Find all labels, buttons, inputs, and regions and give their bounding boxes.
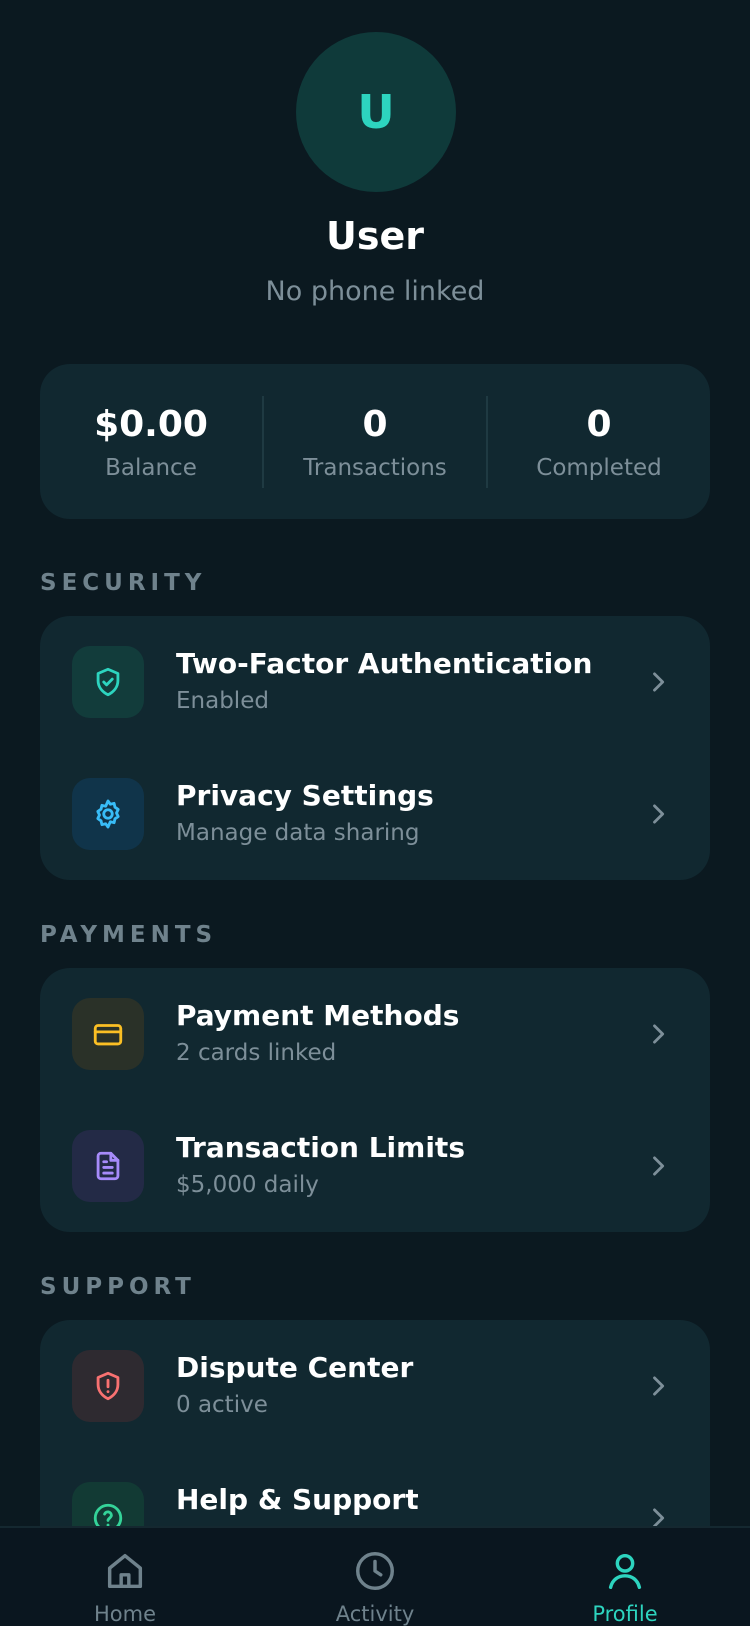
stat-value: 0 xyxy=(362,403,388,445)
profile-name: User xyxy=(326,214,424,258)
item-title: Two-Factor Authentication xyxy=(176,647,593,680)
section-title-security: SECURITY xyxy=(40,570,207,596)
chevron-right-icon xyxy=(653,1376,665,1396)
security-card: Two-Factor Authentication Enabled Privac… xyxy=(40,616,710,880)
item-title: Payment Methods xyxy=(176,999,460,1032)
transaction-limits-item[interactable]: Transaction Limits $5,000 daily xyxy=(40,1100,710,1232)
payments-card: Payment Methods 2 cards linked Transacti… xyxy=(40,968,710,1232)
section-title-payments: PAYMENTS xyxy=(40,922,218,948)
nav-label: Activity xyxy=(335,1602,415,1626)
item-subtitle: Enabled xyxy=(176,688,269,714)
support-card: Dispute Center 0 active Help & Support xyxy=(40,1320,710,1526)
stat-value: $0.00 xyxy=(94,403,208,445)
two-factor-auth-item[interactable]: Two-Factor Authentication Enabled xyxy=(40,616,710,748)
help-circle-icon xyxy=(72,1482,144,1526)
gear-icon xyxy=(72,778,144,850)
document-icon xyxy=(72,1130,144,1202)
bottom-nav: Home Activity Profile xyxy=(0,1526,750,1626)
user-icon xyxy=(608,1553,642,1590)
nav-activity[interactable]: Activity xyxy=(250,1528,500,1626)
nav-home[interactable]: Home xyxy=(0,1528,250,1626)
item-title: Help & Support xyxy=(176,1483,419,1516)
stat-label: Completed xyxy=(536,454,662,481)
chevron-right-icon xyxy=(653,804,665,824)
chevron-right-icon xyxy=(653,1156,665,1176)
avatar[interactable]: U xyxy=(296,32,456,192)
item-subtitle: Manage data sharing xyxy=(176,820,420,846)
stat-label: Transactions xyxy=(303,454,447,481)
item-title: Privacy Settings xyxy=(176,779,434,812)
profile-phone: No phone linked xyxy=(265,276,485,307)
item-title: Dispute Center xyxy=(176,1351,414,1384)
clock-icon xyxy=(356,1552,394,1590)
item-subtitle: 2 cards linked xyxy=(176,1040,337,1066)
stat-value: 0 xyxy=(586,403,612,445)
payment-methods-item[interactable]: Payment Methods 2 cards linked xyxy=(40,968,710,1100)
dispute-center-item[interactable]: Dispute Center 0 active xyxy=(40,1320,710,1452)
chevron-right-icon xyxy=(653,1508,665,1526)
avatar-initial: U xyxy=(357,85,395,139)
stats-card: $0.00 Balance 0 Transactions 0 Completed xyxy=(40,364,710,519)
home-icon xyxy=(107,1553,143,1589)
section-title-support: SUPPORT xyxy=(40,1274,196,1300)
stat-balance: $0.00 Balance xyxy=(40,396,262,488)
profile-scroll-area[interactable]: U User No phone linked $0.00 Balance 0 T… xyxy=(0,0,750,1526)
shield-check-icon xyxy=(72,646,144,718)
privacy-settings-item[interactable]: Privacy Settings Manage data sharing xyxy=(40,748,710,880)
item-subtitle: 0 active xyxy=(176,1392,268,1418)
stat-completed: 0 Completed xyxy=(486,395,710,488)
chevron-right-icon xyxy=(653,672,665,692)
nav-profile[interactable]: Profile xyxy=(500,1528,750,1626)
stat-transactions: 0 Transactions xyxy=(262,395,486,488)
nav-label: Home xyxy=(93,1602,156,1626)
help-support-item[interactable]: Help & Support xyxy=(40,1452,710,1526)
nav-label: Profile xyxy=(592,1602,658,1626)
item-subtitle: $5,000 daily xyxy=(176,1172,319,1198)
credit-card-icon xyxy=(72,998,144,1070)
item-title: Transaction Limits xyxy=(176,1131,465,1164)
stat-label: Balance xyxy=(105,454,197,481)
chevron-right-icon xyxy=(653,1024,665,1044)
shield-alert-icon xyxy=(72,1350,144,1422)
